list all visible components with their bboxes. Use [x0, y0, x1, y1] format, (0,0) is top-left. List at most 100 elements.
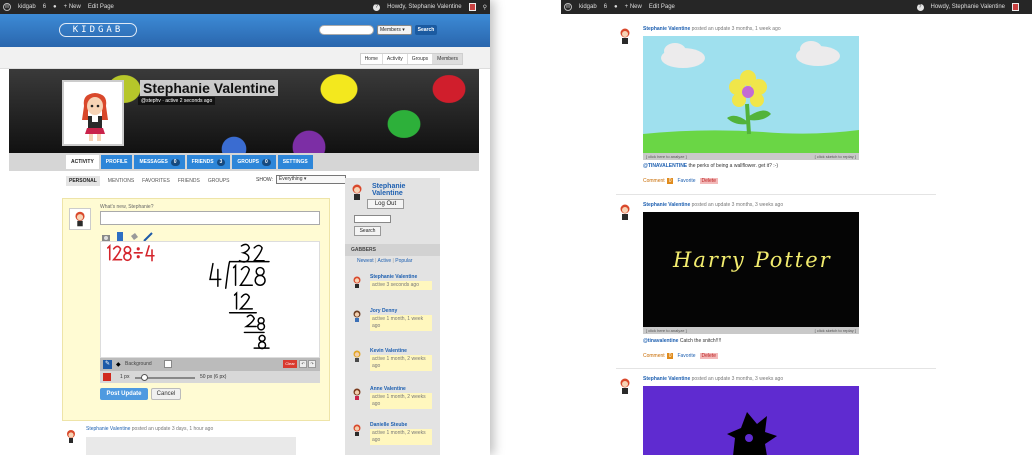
search-scope-select[interactable]: Members ▾: [377, 25, 412, 35]
tab-groups[interactable]: GROUPS 0: [232, 155, 276, 169]
paint-bucket-icon[interactable]: [129, 229, 139, 240]
member-name[interactable]: Jory Denny: [370, 308, 397, 314]
tab-messages[interactable]: MESSAGES 0: [134, 155, 185, 169]
member-avatar[interactable]: [352, 276, 362, 288]
fill-tool-icon[interactable]: ◆: [116, 361, 121, 368]
wordpress-icon[interactable]: W: [564, 3, 572, 11]
site-logo[interactable]: KIDGAB: [59, 23, 137, 37]
admin-new-link[interactable]: + New: [625, 4, 642, 10]
member-name[interactable]: Anne Valentine: [370, 386, 406, 392]
post-author-link[interactable]: Stephanie Valentine: [643, 26, 690, 32]
member-active: active 1 month, 1 week ago: [370, 315, 432, 331]
favorite-button[interactable]: Favorite: [677, 353, 695, 359]
pencil-tool-icon[interactable]: ✎: [103, 360, 112, 369]
sidebar-avatar[interactable]: [350, 184, 364, 200]
help-icon[interactable]: ?: [916, 3, 924, 11]
sidebar-search-input[interactable]: [354, 215, 391, 223]
tab-profile[interactable]: PROFILE: [100, 155, 133, 169]
brush-size-knob[interactable]: [141, 374, 148, 381]
clear-button[interactable]: Clear: [283, 360, 297, 368]
filter-friends[interactable]: FRIENDS: [178, 178, 200, 184]
filter-personal[interactable]: PERSONAL: [66, 176, 100, 186]
updates-count[interactable]: 6: [604, 4, 607, 10]
wordpress-icon[interactable]: W: [3, 3, 11, 11]
tab-friends[interactable]: FRIENDS 3: [186, 155, 231, 169]
logout-button[interactable]: Log Out: [367, 199, 404, 209]
activity-avatar[interactable]: [64, 429, 78, 443]
filter-groups[interactable]: GROUPS: [208, 178, 230, 184]
filter-mentions[interactable]: MENTIONS: [108, 178, 134, 184]
link-active[interactable]: Active: [378, 258, 392, 264]
post-avatar[interactable]: [618, 378, 632, 394]
admin-new-link[interactable]: + New: [64, 4, 81, 10]
replay-link[interactable]: [ click sketch to replay ]: [815, 153, 856, 160]
member-name[interactable]: Kevin Valentine: [370, 348, 407, 354]
header-search-button[interactable]: Search: [415, 25, 437, 35]
tab-activity[interactable]: ACTIVITY: [66, 155, 99, 169]
show-select[interactable]: Everything ▾: [275, 175, 346, 184]
delete-button[interactable]: Delete: [699, 178, 718, 184]
member-avatar[interactable]: [352, 424, 362, 436]
nav-activity[interactable]: Activity: [383, 54, 408, 64]
analyze-link[interactable]: [ click here to analyze ]: [646, 153, 687, 160]
mention-link[interactable]: @tinavalentine: [643, 338, 678, 344]
replay-link[interactable]: [ click sketch to replay ]: [815, 327, 856, 334]
cancel-button[interactable]: Cancel: [151, 388, 181, 400]
tab-settings[interactable]: SETTINGS: [277, 155, 313, 169]
comments-icon[interactable]: ●: [614, 4, 618, 10]
member-name[interactable]: Danielle Steube: [370, 422, 407, 428]
redo-icon[interactable]: ↷: [308, 360, 316, 368]
nav-members[interactable]: Members: [433, 54, 462, 64]
help-icon[interactable]: ?: [373, 3, 381, 11]
admin-edit-page-link[interactable]: Edit Page: [649, 4, 675, 10]
post-update-button[interactable]: Post Update: [100, 388, 148, 400]
mention-link[interactable]: @TINAVALENTINE: [643, 163, 687, 169]
filter-favorites[interactable]: FAVORITES: [142, 178, 170, 184]
link-popular[interactable]: Popular: [395, 258, 412, 264]
post-avatar[interactable]: [618, 204, 632, 220]
admin-site-link[interactable]: kidgab: [18, 4, 36, 10]
composer-textarea[interactable]: [100, 211, 320, 225]
profile-avatar[interactable]: [62, 80, 124, 146]
updates-count[interactable]: 6: [43, 4, 46, 10]
sidebar-username[interactable]: Stephanie Valentine: [372, 183, 427, 197]
flower-sketch-image[interactable]: [643, 36, 859, 153]
camera-icon[interactable]: [101, 229, 111, 241]
admin-avatar[interactable]: [1012, 3, 1019, 11]
member-avatar[interactable]: [352, 310, 362, 322]
post-author-link[interactable]: Stephanie Valentine: [643, 202, 690, 208]
comment-button[interactable]: Comment 0: [643, 178, 674, 184]
post-avatar[interactable]: [618, 28, 632, 44]
admin-search-icon[interactable]: ⚲: [483, 4, 487, 11]
admin-avatar[interactable]: [468, 3, 476, 11]
background-color-swatch[interactable]: [164, 360, 172, 368]
sketch-canvas[interactable]: [100, 241, 320, 358]
admin-howdy[interactable]: Howdy, Stephanie Valentine: [931, 4, 1006, 10]
activity-author-link[interactable]: Stephanie Valentine: [86, 426, 130, 432]
nav-groups[interactable]: Groups: [408, 54, 434, 64]
header-search-input[interactable]: [319, 25, 374, 35]
harry-potter-sketch-image[interactable]: Harry Potter: [643, 212, 859, 327]
delete-button[interactable]: Delete: [699, 353, 718, 359]
admin-site-link[interactable]: kidgab: [579, 4, 597, 10]
member-name[interactable]: Stephanie Valentine: [370, 274, 417, 280]
undo-icon[interactable]: ↶: [299, 360, 307, 368]
activity-post: Stephanie Valentine posted an update 3 m…: [616, 202, 936, 370]
member-avatar[interactable]: [352, 388, 362, 400]
composer-tools: [101, 229, 153, 242]
favorite-button[interactable]: Favorite: [677, 178, 695, 184]
brush-color-swatch[interactable]: [103, 373, 111, 381]
admin-edit-page-link[interactable]: Edit Page: [88, 4, 114, 10]
link-newest[interactable]: Newest: [357, 258, 374, 264]
sketchbook-icon[interactable]: [115, 229, 125, 242]
analyze-link[interactable]: [ click here to analyze ]: [646, 327, 687, 334]
post-author-link[interactable]: Stephanie Valentine: [643, 376, 690, 382]
sidebar-search-button[interactable]: Search: [354, 226, 381, 236]
brush-icon[interactable]: [143, 229, 153, 242]
nav-home[interactable]: Home: [361, 54, 383, 64]
purple-sketch-image[interactable]: [643, 386, 859, 455]
admin-howdy[interactable]: Howdy, Stephanie Valentine: [387, 4, 462, 10]
member-avatar[interactable]: [352, 350, 362, 362]
comments-icon[interactable]: ●: [53, 4, 57, 10]
comment-button[interactable]: Comment 0: [643, 353, 674, 359]
